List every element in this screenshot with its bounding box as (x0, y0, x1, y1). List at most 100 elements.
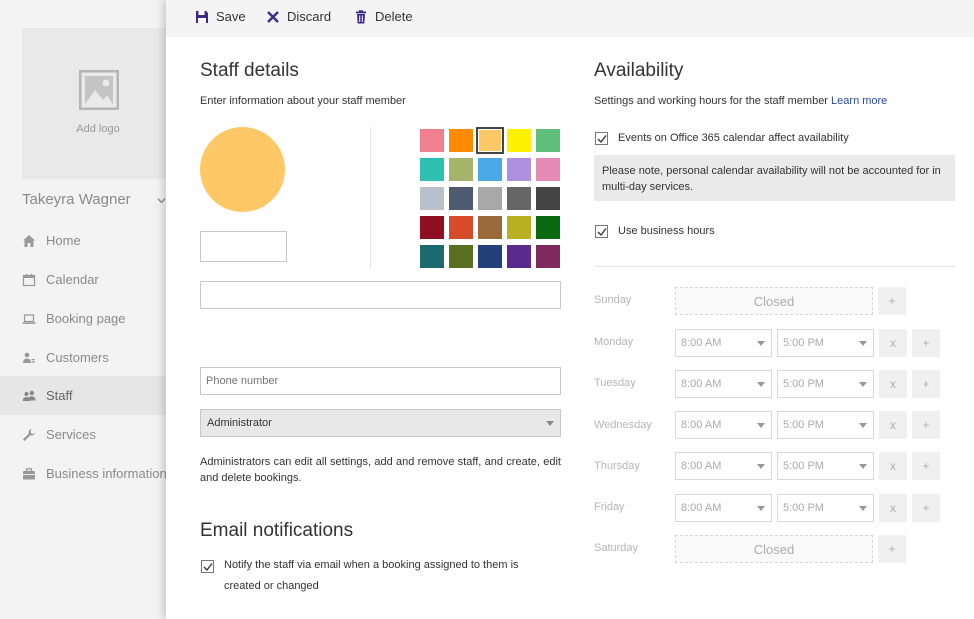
phone-input[interactable] (200, 367, 561, 395)
sidebar-item-home[interactable]: Home (0, 221, 166, 260)
friday-start-select[interactable]: 8:00 AM (675, 494, 772, 522)
color-swatch[interactable] (507, 245, 531, 268)
sidebar-item-booking-page[interactable]: Booking page (0, 299, 166, 338)
thursday-add-button[interactable]: + (912, 452, 940, 480)
sidebar-item-calendar[interactable]: Calendar (0, 260, 166, 299)
checkmark-icon (597, 228, 607, 237)
wednesday-end-select[interactable]: 5:00 PM (777, 411, 874, 439)
color-picker (420, 127, 560, 268)
day-label-thursday: Thursday (594, 460, 640, 472)
color-swatch[interactable] (478, 245, 502, 268)
initials-input[interactable] (200, 231, 287, 262)
learn-more-link[interactable]: Learn more (831, 95, 887, 107)
sidebar-item-business-information[interactable]: Business information (0, 454, 166, 493)
sidebar-item-label: Calendar (46, 272, 99, 287)
color-swatch[interactable] (420, 129, 444, 152)
tuesday-start-value: 8:00 AM (681, 378, 722, 390)
sidebar-item-customers[interactable]: Customers (0, 338, 166, 377)
color-swatch[interactable] (536, 245, 560, 268)
color-swatch[interactable] (478, 158, 502, 181)
sidebar-item-services[interactable]: Services (0, 415, 166, 454)
color-swatch[interactable] (536, 129, 560, 152)
chevron-down-icon (859, 381, 867, 387)
friday-end-value: 5:00 PM (783, 502, 824, 514)
save-button[interactable]: Save (195, 9, 246, 24)
delete-label: Delete (375, 9, 413, 24)
thursday-start-select[interactable]: 8:00 AM (675, 452, 772, 480)
friday-end-select[interactable]: 5:00 PM (777, 494, 874, 522)
thursday-remove-button[interactable]: x (879, 452, 907, 480)
monday-start-select[interactable]: 8:00 AM (675, 329, 772, 357)
color-swatch[interactable] (507, 129, 531, 152)
monday-end-select[interactable]: 5:00 PM (777, 329, 874, 357)
color-swatch[interactable] (449, 216, 473, 239)
monday-end-value: 5:00 PM (783, 337, 824, 349)
notify-staff-label-line2: created or changed (224, 580, 319, 592)
saturday-add-button[interactable]: + (878, 535, 906, 563)
color-swatch[interactable] (449, 187, 473, 210)
discard-button[interactable]: Discard (266, 9, 331, 24)
staff-details-title: Staff details (200, 60, 299, 81)
color-swatch[interactable] (420, 158, 444, 181)
color-swatch[interactable] (536, 216, 560, 239)
color-swatch[interactable] (420, 245, 444, 268)
sidebar-item-label: Home (46, 233, 81, 248)
tuesday-end-select[interactable]: 5:00 PM (777, 370, 874, 398)
thursday-end-select[interactable]: 5:00 PM (777, 452, 874, 480)
divider (594, 266, 955, 267)
sunday-add-button[interactable]: + (878, 287, 906, 315)
friday-add-button[interactable]: + (912, 494, 940, 522)
email-notifications-title: Email notifications (200, 520, 354, 541)
sidebar-item-staff[interactable]: Staff (0, 376, 166, 415)
friday-remove-button[interactable]: x (879, 494, 907, 522)
color-swatch[interactable] (449, 129, 473, 152)
role-select[interactable]: Administrator (200, 409, 561, 437)
monday-add-button[interactable]: + (912, 329, 940, 357)
color-swatch[interactable] (476, 127, 504, 154)
tuesday-start-select[interactable]: 8:00 AM (675, 370, 772, 398)
o365-availability-label: Events on Office 365 calendar affect ava… (618, 132, 849, 144)
business-hours-checkbox[interactable] (595, 225, 608, 238)
monday-start-value: 8:00 AM (681, 337, 722, 349)
o365-availability-checkbox[interactable] (595, 132, 608, 145)
name-input[interactable] (200, 281, 561, 309)
chevron-down-icon (859, 463, 867, 469)
availability-title: Availability (594, 60, 684, 81)
delete-button[interactable]: Delete (354, 9, 413, 24)
day-label-friday: Friday (594, 501, 625, 513)
customers-icon (23, 352, 35, 363)
color-swatch[interactable] (449, 245, 473, 268)
color-swatch[interactable] (507, 216, 531, 239)
staff-icon (22, 390, 36, 401)
wednesday-start-value: 8:00 AM (681, 419, 722, 431)
day-label-saturday: Saturday (594, 542, 639, 554)
monday-remove-button[interactable]: x (879, 329, 907, 357)
trash-icon (356, 9, 366, 23)
color-swatch[interactable] (478, 216, 502, 239)
color-swatch[interactable] (536, 158, 560, 181)
wednesday-add-button[interactable]: + (912, 411, 940, 439)
chevron-down-icon[interactable] (157, 196, 166, 205)
color-swatch[interactable] (420, 187, 444, 210)
color-swatch[interactable] (420, 216, 444, 239)
chevron-down-icon (859, 505, 867, 511)
add-logo-area[interactable]: Add logo (22, 28, 174, 179)
color-swatch[interactable] (507, 158, 531, 181)
laptop-icon (22, 313, 36, 324)
color-swatch[interactable] (478, 187, 502, 210)
wednesday-remove-button[interactable]: x (879, 411, 907, 439)
day-label-wednesday: Wednesday (594, 419, 652, 431)
add-logo-label: Add logo (76, 123, 120, 135)
availability-subtitle: Settings and working hours for the staff… (594, 95, 887, 107)
tuesday-add-button[interactable]: + (912, 370, 940, 398)
wednesday-start-select[interactable]: 8:00 AM (675, 411, 772, 439)
color-swatch[interactable] (507, 187, 531, 210)
color-swatch[interactable] (449, 158, 473, 181)
availability-note: Please note, personal calendar availabil… (594, 155, 955, 201)
tuesday-remove-button[interactable]: x (879, 370, 907, 398)
user-name[interactable]: Takeyra Wagner (22, 191, 131, 208)
notify-staff-checkbox[interactable] (201, 560, 214, 573)
chevron-down-icon (757, 381, 765, 387)
color-swatch[interactable] (536, 187, 560, 210)
image-placeholder-icon (79, 70, 119, 110)
